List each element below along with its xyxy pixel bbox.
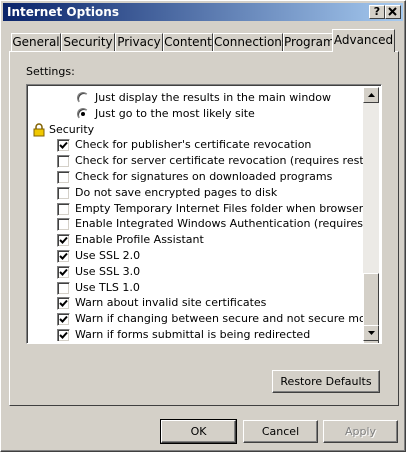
checkbox-label: Check for publisher's certificate revoca…: [75, 138, 312, 152]
arrow-up-icon: [368, 93, 375, 97]
checkbox-option[interactable]: Use SSL 2.0: [29, 248, 359, 264]
checkbox[interactable]: [57, 313, 70, 327]
restore-defaults-button[interactable]: Restore Defaults: [272, 370, 380, 393]
radio-label: Just go to the most likely site: [95, 106, 255, 120]
checkbox[interactable]: [57, 297, 70, 311]
tab-connections[interactable]: Connections: [213, 33, 288, 51]
internet-options-dialog: Internet Options ? General Security Priv…: [0, 0, 406, 452]
window-title: Internet Options: [7, 5, 119, 19]
checkbox-option[interactable]: Do not save encrypted pages to disk: [29, 185, 359, 201]
tab-strip: General Security Privacy Content Connect…: [9, 29, 399, 52]
close-button[interactable]: [385, 5, 401, 19]
checkbox[interactable]: [57, 202, 70, 216]
settings-label: Settings:: [26, 65, 75, 78]
vertical-scrollbar[interactable]: [363, 87, 379, 343]
close-icon: [388, 7, 397, 16]
checkbox[interactable]: [57, 265, 70, 279]
title-bar[interactable]: Internet Options ?: [3, 3, 403, 21]
settings-list[interactable]: Just display the results in the main win…: [26, 84, 382, 344]
radio-option[interactable]: Just go to the most likely site: [29, 106, 359, 122]
checkmark-icon: [59, 268, 68, 276]
checkbox-option[interactable]: Enable Integrated Windows Authentication…: [29, 216, 363, 232]
lock-icon: [33, 122, 45, 137]
tab-content[interactable]: Content: [163, 33, 213, 51]
checkmark-icon: [59, 142, 68, 150]
checkbox-label: Use SSL 3.0: [75, 264, 141, 278]
ok-button[interactable]: OK: [160, 419, 237, 444]
tab-advanced[interactable]: Advanced: [332, 29, 395, 52]
tab-general[interactable]: General: [11, 33, 61, 51]
checkbox-option[interactable]: Warn if forms submittal is being redirec…: [29, 327, 359, 341]
checkbox[interactable]: [57, 234, 70, 248]
checkbox-label: Check for signatures on downloaded progr…: [75, 170, 333, 183]
checkbox-option[interactable]: Use TLS 1.0: [29, 280, 359, 296]
checkbox[interactable]: [57, 171, 70, 184]
checkbox-label: Warn if forms submittal is being redirec…: [75, 328, 311, 341]
settings-list-items: Just display the results in the main win…: [29, 87, 363, 341]
checkbox[interactable]: [57, 281, 70, 295]
radio-option[interactable]: Just display the results in the main win…: [29, 90, 359, 106]
checkbox-option[interactable]: Check for server certificate revocation …: [29, 153, 363, 169]
category-label: Security: [49, 122, 95, 136]
radio-button[interactable]: [77, 92, 89, 104]
checkbox-label: Use TLS 1.0: [75, 280, 140, 294]
checkbox-label: Warn if changing between secure and not …: [75, 312, 363, 326]
checkmark-icon: [59, 316, 68, 324]
radio-label: Just display the results in the main win…: [95, 91, 331, 104]
checkbox[interactable]: [57, 250, 70, 263]
checkbox-label: Warn about invalid site certificates: [75, 296, 267, 310]
apply-button[interactable]: Apply: [323, 420, 398, 443]
checkbox-option[interactable]: Warn if changing between secure and not …: [29, 311, 363, 327]
tab-programs[interactable]: Programs: [283, 33, 341, 51]
scroll-up-button[interactable]: [363, 87, 379, 103]
checkbox[interactable]: [57, 186, 70, 200]
advanced-panel: Settings: Just display the results in th…: [9, 51, 399, 406]
help-button[interactable]: ?: [369, 5, 385, 19]
checkbox-label: Check for server certificate revocation …: [75, 154, 363, 168]
checkmark-icon: [59, 300, 68, 308]
checkbox-label: Empty Temporary Internet Files folder wh…: [75, 201, 363, 215]
checkmark-icon: [59, 252, 68, 260]
radio-button[interactable]: [77, 107, 89, 120]
scroll-down-button[interactable]: [363, 325, 379, 341]
checkbox[interactable]: [57, 155, 70, 169]
checkmark-icon: [59, 331, 68, 339]
checkbox[interactable]: [57, 329, 70, 341]
tab-security[interactable]: Security: [61, 33, 115, 51]
checkbox-label: Do not save encrypted pages to disk: [75, 185, 278, 199]
cancel-button[interactable]: Cancel: [243, 420, 318, 443]
settings-category: Security: [29, 122, 359, 138]
checkbox-option[interactable]: Check for signatures on downloaded progr…: [29, 169, 359, 185]
radio-selected-dot: [81, 111, 85, 116]
checkbox-label: Enable Profile Assistant: [75, 233, 204, 247]
checkbox-option[interactable]: Enable Profile Assistant: [29, 232, 359, 248]
checkbox[interactable]: [57, 139, 70, 153]
checkbox[interactable]: [57, 218, 70, 232]
checkbox-label: Use SSL 2.0: [75, 249, 141, 262]
checkbox-option[interactable]: Warn about invalid site certificates: [29, 295, 359, 311]
checkmark-icon: [59, 237, 68, 245]
arrow-down-icon: [368, 331, 375, 335]
checkbox-option[interactable]: Check for publisher's certificate revoca…: [29, 137, 359, 153]
checkbox-option[interactable]: Empty Temporary Internet Files folder wh…: [29, 201, 363, 217]
checkbox-option[interactable]: Use SSL 3.0: [29, 264, 359, 280]
checkbox-label: Enable Integrated Windows Authentication…: [75, 217, 363, 231]
tab-privacy[interactable]: Privacy: [115, 33, 163, 51]
